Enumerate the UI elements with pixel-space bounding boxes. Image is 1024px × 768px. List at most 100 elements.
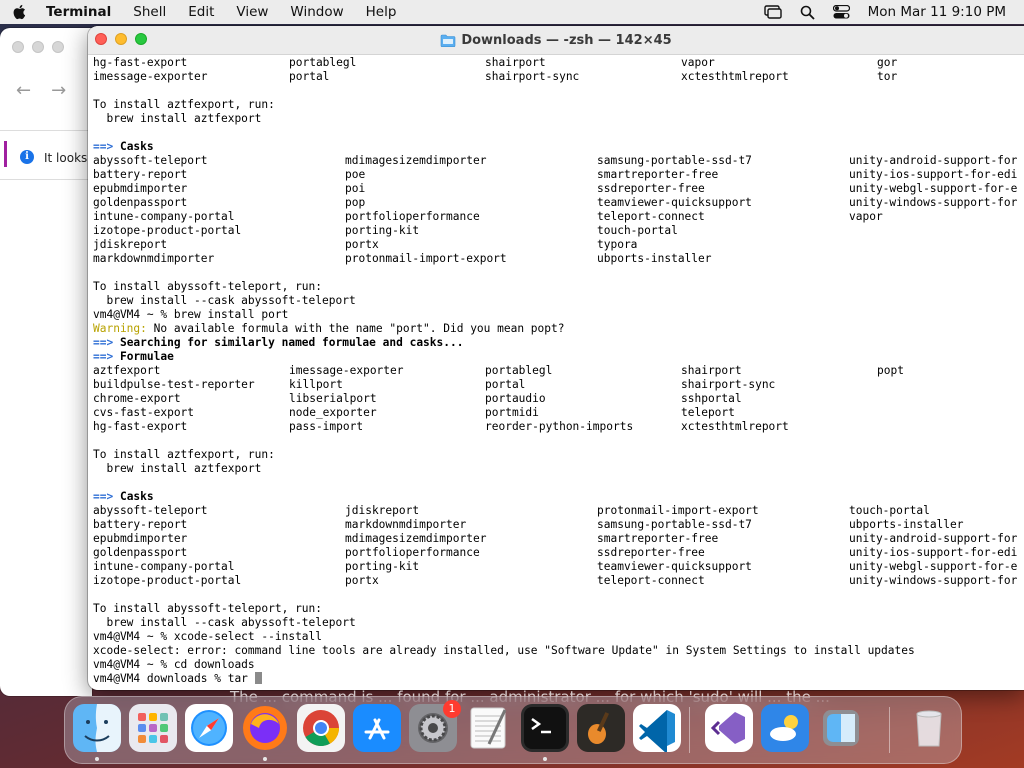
terminal-cell: unity-android-support-for <box>849 532 1018 545</box>
terminal-line-columns: hg-fast-export portablegl shairport vapor go… <box>93 56 1024 70</box>
terminal-cell: teamviewer-quicksupport <box>597 560 752 573</box>
terminal-icon[interactable] <box>521 704 569 752</box>
menu-edit[interactable]: Edit <box>188 4 214 20</box>
control-center-icon[interactable] <box>832 5 850 19</box>
launchpad-icon[interactable] <box>129 704 177 752</box>
terminal-cell: unity-windows-support-for <box>849 574 1018 587</box>
terminal-line: brew install aztfexport <box>93 112 262 125</box>
forward-arrow-icon[interactable]: → <box>51 80 66 101</box>
terminal-cell: poe <box>345 168 366 181</box>
terminal-line: brew install aztfexport <box>93 462 262 475</box>
terminal-cell: imessage-exporter <box>93 70 208 83</box>
chrome-icon[interactable] <box>297 704 345 752</box>
terminal-cell: porting-kit <box>345 560 420 573</box>
terminal-cell: portfolioperformance <box>345 546 480 559</box>
terminal-cell: portx <box>345 574 379 587</box>
terminal-line-columns: buildpulse-test-reporter killport portal sh… <box>93 378 1024 392</box>
migration-assistant-icon[interactable] <box>817 704 865 752</box>
terminal-cell: imessage-exporter <box>289 364 404 377</box>
prompt-text: vm4@VM4 downloads % tar <box>93 672 255 685</box>
menu-help[interactable]: Help <box>366 4 397 20</box>
terminal-cell: portx <box>345 238 379 251</box>
terminal-line-columns: intune-company-portal portfolioperformanc… <box>93 210 1024 224</box>
terminal-cell: markdownmdimporter <box>345 518 467 531</box>
terminal-cell: unity-webgl-support-for-e <box>849 560 1018 573</box>
terminal-cell: typora <box>597 238 638 251</box>
zoom-button[interactable] <box>135 33 147 45</box>
terminal-title-bar[interactable]: Downloads — -zsh — 142×45 <box>88 26 1024 55</box>
text-cursor <box>254 672 262 684</box>
terminal-window[interactable]: Downloads — -zsh — 142×45 hg-fast-export… <box>88 26 1024 690</box>
garageband-icon[interactable] <box>577 704 625 752</box>
browser-zoom-button[interactable] <box>52 41 64 53</box>
menu-bar-clock[interactable]: Mon Mar 11 9:10 PM <box>868 4 1006 20</box>
safari-icon[interactable] <box>185 704 233 752</box>
terminal-cell: portablegl <box>289 56 357 69</box>
terminal-line-header: ==> Formulae <box>93 350 1024 364</box>
system-settings-icon[interactable]: 1 <box>409 700 461 752</box>
terminal-line-columns: izotope-product-portal portx teleport-conn… <box>93 574 1024 588</box>
info-bar-accent <box>4 141 7 167</box>
terminal-cell: markdownmdimporter <box>93 252 215 265</box>
menu-shell[interactable]: Shell <box>133 4 166 20</box>
spotlight-search-icon[interactable] <box>800 5 815 20</box>
terminal-output[interactable]: hg-fast-export portablegl shairport vapor go… <box>88 55 1024 690</box>
textedit-icon[interactable] <box>465 704 513 752</box>
terminal-line-columns: abyssoft-teleport mdimagesizemdimporter sa… <box>93 154 1024 168</box>
terminal-cell: teleport <box>681 406 735 419</box>
arrow-marker: ==> <box>93 350 120 363</box>
terminal-line-columns: cvs-fast-export node_exporter portmidi tele… <box>93 406 1024 420</box>
vscode-icon[interactable] <box>633 704 681 754</box>
minimize-button[interactable] <box>115 33 127 45</box>
menu-view[interactable]: View <box>236 4 268 20</box>
terminal-cell: jdiskreport <box>93 238 168 251</box>
close-button[interactable] <box>95 33 107 45</box>
terminal-cell: portmidi <box>485 406 539 419</box>
app-store-icon[interactable] <box>353 704 401 752</box>
terminal-cell: samsung-portable-ssd-t7 <box>597 518 752 531</box>
finder-icon[interactable] <box>73 704 121 752</box>
terminal-cell: touch-portal <box>849 504 930 517</box>
browser-minimize-button[interactable] <box>32 41 44 53</box>
terminal-cell: xctesthtmlreport <box>681 420 789 433</box>
terminal-cell: shairport-sync <box>681 378 776 391</box>
dock-separator <box>889 707 890 753</box>
traffic-lights <box>95 33 155 45</box>
terminal-line: To install aztfexport, run: <box>93 98 275 111</box>
terminal-cell: killport <box>289 378 343 391</box>
background-browser-window[interactable]: ← → i It looks l <box>0 28 92 696</box>
terminal-cell: portal <box>485 378 526 391</box>
running-indicator <box>263 757 267 761</box>
terminal-prompt-line: vm4@VM4 downloads % tar <box>93 672 1024 686</box>
terminal-line: brew install --cask abyssoft-teleport <box>93 616 356 629</box>
terminal-line-header: ==> Casks <box>93 140 1024 154</box>
apple-menu-icon[interactable] <box>12 4 28 20</box>
dock: 1 <box>64 696 962 764</box>
terminal-line-columns: goldenpassport portfolioperformance ssdrep… <box>93 546 1024 560</box>
trash-icon[interactable] <box>905 704 953 752</box>
browser-close-button[interactable] <box>12 41 24 53</box>
terminal-cell: node_exporter <box>289 406 377 419</box>
terminal-line-columns: epubmdimporter mdimagesizemdimporter smart… <box>93 532 1024 546</box>
terminal-cell: teleport-connect <box>597 574 705 587</box>
terminal-line-columns: izotope-product-portal porting-kit touch-p… <box>93 224 1024 238</box>
terminal-cell: sshportal <box>681 392 742 405</box>
terminal-line-columns: battery-report poe smartreporter-free unity… <box>93 168 1024 182</box>
visual-studio-icon[interactable] <box>705 704 753 752</box>
menu-window[interactable]: Window <box>290 4 343 20</box>
weather-icon[interactable] <box>761 704 809 752</box>
firefox-icon[interactable] <box>241 704 289 752</box>
menu-app-terminal[interactable]: Terminal <box>46 4 111 20</box>
screen-mirroring-icon[interactable] <box>763 5 782 19</box>
arrow-marker: ==> <box>93 490 120 503</box>
arrow-marker: ==> <box>93 336 120 349</box>
terminal-cell: touch-portal <box>597 224 678 237</box>
terminal-cell: portal <box>289 70 330 83</box>
back-arrow-icon[interactable]: ← <box>16 80 31 101</box>
terminal-line-columns: battery-report markdownmdimporter samsung-… <box>93 518 1024 532</box>
terminal-line: vm4@VM4 ~ % brew install port <box>93 308 289 321</box>
terminal-cell: portfolioperformance <box>345 210 480 223</box>
